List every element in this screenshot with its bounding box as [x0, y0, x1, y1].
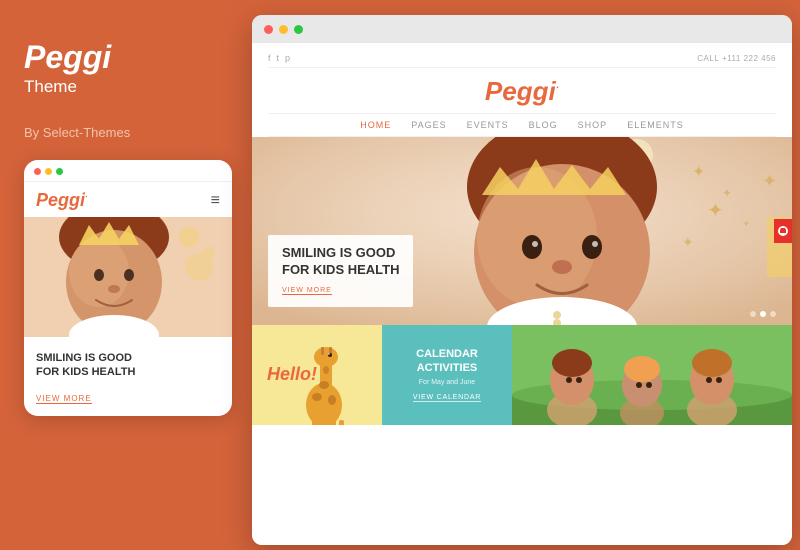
hero-title: SMILING IS GOODFOR KIDS HEALTH: [282, 245, 399, 279]
call-info: CALL +111 222 456: [697, 54, 776, 63]
svg-text:Hello!: Hello!: [267, 364, 317, 384]
mobile-hero-text: SMILING IS GOODFOR KIDS HEALTH: [36, 351, 220, 380]
calendar-link[interactable]: VIEW CALENDAR: [413, 394, 481, 402]
mobile-logo: Peggi·: [36, 190, 88, 211]
mobile-text-section: SMILING IS GOODFOR KIDS HEALTH VIEW MORE: [24, 337, 232, 416]
svg-text:✦: ✦: [707, 200, 724, 222]
mobile-dot-green: [56, 168, 63, 175]
mobile-mockup: Peggi· ≡: [24, 160, 232, 416]
desktop-hero: ✦ ✦ ✦ ✦ ✦ ✦: [252, 137, 792, 325]
svg-text:✦: ✦: [742, 219, 750, 230]
desktop-dot-red: [264, 25, 273, 34]
desktop-content: f t p CALL +111 222 456 Peggi· HOME PAGE…: [252, 43, 792, 545]
calendar-title: CALENDARACTIVITIES: [416, 348, 478, 374]
desktop-header: f t p CALL +111 222 456 Peggi· HOME PAGE…: [252, 43, 792, 137]
desktop-top-bar: [252, 15, 792, 43]
desktop-social-row: f t p CALL +111 222 456: [268, 49, 776, 68]
nav-elements[interactable]: ELEMENTS: [627, 120, 684, 130]
calendar-subtitle: For May and June: [419, 379, 475, 386]
nav-shop[interactable]: SHOP: [578, 120, 608, 130]
desktop-logo-row: Peggi·: [268, 68, 776, 113]
social-icons: f t p: [268, 53, 290, 63]
desktop-nav: HOME PAGES EVENTS BLOG SHOP ELEMENTS: [268, 113, 776, 137]
cart-button[interactable]: [774, 219, 792, 243]
hero-cta[interactable]: VIEW MORE: [282, 287, 332, 295]
hero-pagination: [750, 311, 776, 317]
mobile-header: Peggi· ≡: [24, 182, 232, 217]
pagination-dot[interactable]: [750, 311, 756, 317]
nav-pages[interactable]: PAGES: [411, 120, 446, 130]
cart-icon: [777, 225, 789, 237]
desktop-dot-yellow: [279, 25, 288, 34]
svg-text:✦: ✦: [692, 164, 705, 181]
svg-text:✦: ✦: [722, 186, 732, 200]
mobile-dot-red: [34, 168, 41, 175]
left-title: Peggi: [24, 40, 224, 75]
facebook-icon[interactable]: f: [268, 53, 271, 63]
desktop-mockup: f t p CALL +111 222 456 Peggi· HOME PAGE…: [252, 15, 792, 545]
pagination-dot[interactable]: [770, 311, 776, 317]
mobile-window-dots: [34, 168, 63, 175]
hamburger-icon[interactable]: ≡: [211, 192, 220, 210]
card-kids-photo: [512, 325, 792, 425]
card-calendar: CALENDARACTIVITIES For May and June VIEW…: [382, 325, 512, 425]
mobile-hero-image: [24, 217, 232, 337]
left-subtitle: Theme: [24, 77, 224, 97]
desktop-cards: Hello! CALENDARACTIVITIES For May and Ju…: [252, 325, 792, 425]
left-byline: By Select-Themes: [24, 125, 224, 140]
desktop-dot-green: [294, 25, 303, 34]
desktop-logo: Peggi·: [485, 76, 559, 107]
card-hello: Hello!: [252, 325, 382, 425]
twitter-icon[interactable]: t: [277, 53, 280, 63]
left-panel: Peggi Theme By Select-Themes Peggi· ≡: [0, 0, 248, 550]
pagination-dot-active[interactable]: [760, 311, 766, 317]
mobile-top-bar: [24, 160, 232, 182]
mobile-view-more[interactable]: VIEW MORE: [36, 394, 92, 404]
pinterest-icon[interactable]: p: [285, 53, 290, 63]
svg-text:✦: ✦: [682, 234, 694, 250]
nav-home[interactable]: HOME: [360, 120, 391, 130]
nav-events[interactable]: EVENTS: [467, 120, 509, 130]
hero-text-box: SMILING IS GOODFOR KIDS HEALTH VIEW MORE: [268, 235, 413, 307]
svg-text:✦: ✦: [762, 171, 777, 191]
mobile-dot-yellow: [45, 168, 52, 175]
nav-blog[interactable]: BLOG: [529, 120, 558, 130]
